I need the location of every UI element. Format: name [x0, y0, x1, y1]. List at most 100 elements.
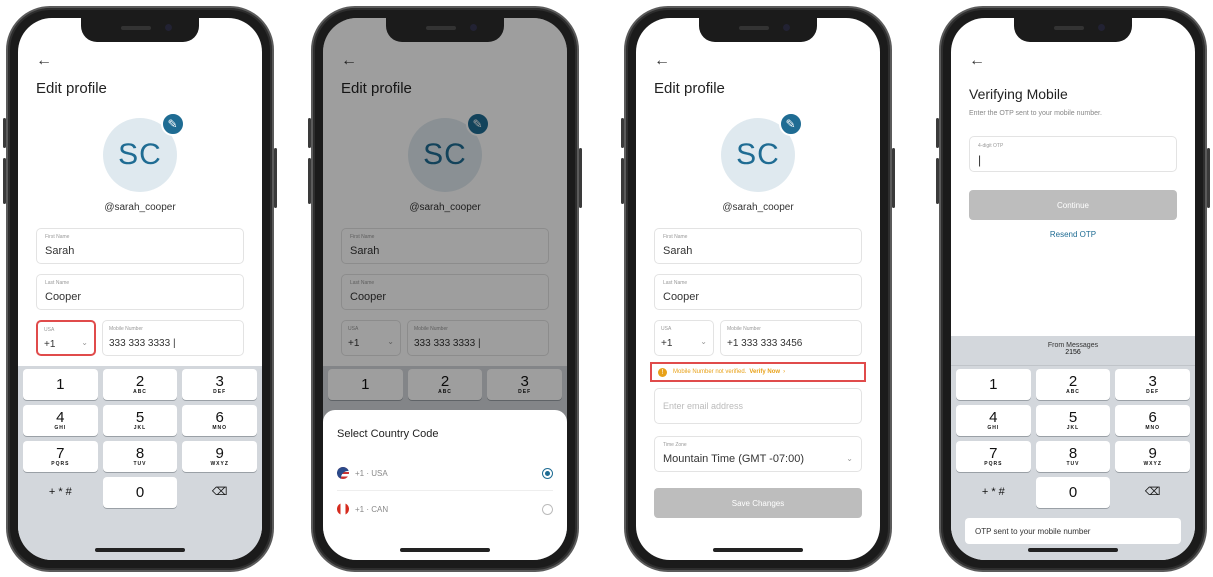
divider — [337, 490, 553, 491]
username-handle: @sarah_cooper — [104, 202, 176, 213]
key-1[interactable]: 1 — [956, 369, 1031, 400]
otp-sent-toast: OTP sent to your mobile number — [965, 518, 1181, 544]
radio-selected-icon[interactable] — [542, 467, 553, 479]
first-name-field[interactable]: First Name Sarah — [654, 228, 862, 264]
country-label: USA — [661, 326, 672, 332]
key-5[interactable]: 5 JKL — [102, 405, 178, 436]
pencil-icon[interactable]: ✎ — [161, 112, 185, 136]
back-arrow-icon[interactable]: ← — [654, 52, 670, 70]
key-symbols[interactable]: + * # — [23, 477, 98, 508]
first-name-field[interactable]: First Name Sarah — [36, 228, 244, 264]
verification-warning: ! Mobile Number not verified. Verify Now… — [650, 362, 866, 382]
first-name-value: Sarah — [663, 245, 693, 257]
country-code-value: +1 — [661, 338, 673, 349]
page-title: Verifying Mobile — [969, 86, 1068, 102]
otp-autofill-suggestion[interactable]: From Messages 2156 — [951, 336, 1195, 366]
last-name-field[interactable]: Last Name Cooper — [36, 274, 244, 310]
screen-select-country: ← Edit profile SC ✎ @sarah_cooper First … — [323, 18, 567, 560]
save-changes-button[interactable]: Save Changes — [654, 488, 862, 518]
radio-unselected-icon[interactable] — [542, 503, 553, 515]
page-title: Edit profile — [654, 80, 725, 97]
otp-input[interactable]: 4-digit OTP | — [969, 136, 1177, 172]
key-3[interactable]: 3 DEF — [1115, 369, 1191, 400]
chevron-down-icon: ⌄ — [846, 454, 853, 463]
key-4[interactable]: 4 GHI — [956, 405, 1031, 436]
key-2[interactable]: 2 ABC — [102, 369, 178, 400]
avatar: SC ✎ — [721, 112, 803, 192]
key-0[interactable]: 0 — [1035, 477, 1111, 508]
key-7[interactable]: 7 PQRS — [23, 441, 98, 472]
avatar: SC ✎ — [103, 112, 185, 192]
phone-frame-1: ← Edit profile SC ✎ @sarah_cooper First … — [3, 6, 277, 572]
option-usa[interactable]: +1 · USA — [337, 464, 553, 482]
mobile-number-field[interactable]: Mobile Number 333 333 3333 | — [102, 320, 244, 356]
key-0[interactable]: 0 — [102, 477, 178, 508]
phone-frame-2: ← Edit profile SC ✎ @sarah_cooper First … — [308, 6, 582, 572]
home-indicator — [400, 548, 490, 552]
warning-text: Mobile Number not verified. — [673, 369, 747, 375]
time-zone-label: Time Zone — [663, 442, 687, 448]
email-field[interactable]: Enter email address — [654, 388, 862, 424]
last-name-field[interactable]: Last Name Cooper — [654, 274, 862, 310]
key-7[interactable]: 7 PQRS — [956, 441, 1031, 472]
suggestion-code: 2156 — [1065, 349, 1081, 356]
warning-icon: ! — [658, 367, 667, 377]
pencil-icon[interactable]: ✎ — [779, 112, 803, 136]
key-4[interactable]: 4 GHI — [23, 405, 98, 436]
key-5[interactable]: 5 JKL — [1035, 405, 1111, 436]
first-name-label: First Name — [45, 234, 70, 240]
mobile-label: Mobile Number — [727, 326, 761, 332]
country-code-select[interactable]: USA +1 ⌄ — [36, 320, 96, 356]
chevron-down-icon: ⌄ — [700, 337, 707, 346]
backspace-icon[interactable]: ⌫ — [1115, 477, 1190, 508]
home-indicator — [95, 548, 185, 552]
key-8[interactable]: 8 TUV — [102, 441, 178, 472]
backspace-icon[interactable]: ⌫ — [182, 477, 257, 508]
key-8[interactable]: 8 TUV — [1035, 441, 1111, 472]
key-9[interactable]: 9 WXYZ — [182, 441, 258, 472]
screen-edit-profile-unverified: ← Edit profile SC ✎ @sarah_cooper First … — [636, 18, 880, 560]
avatar-initials: SC — [736, 138, 780, 171]
username-handle: @sarah_cooper — [722, 202, 794, 213]
phone-frame-4: ← Verifying Mobile Enter the OTP sent to… — [936, 6, 1210, 572]
key-symbols[interactable]: + * # — [956, 477, 1031, 508]
numeric-keypad: 1 2 ABC 3 DEF 4 GHI 5 JKL 6 MNO 7 PQRS 8 TUV 9W… — [18, 366, 262, 560]
country-code-select[interactable]: USA +1 ⌄ — [654, 320, 714, 356]
otp-value: | — [978, 153, 982, 167]
chevron-down-icon: ⌄ — [81, 338, 88, 347]
back-arrow-icon[interactable]: ← — [969, 52, 985, 70]
screen-verifying-mobile: ← Verifying Mobile Enter the OTP sent to… — [951, 18, 1195, 560]
resend-otp-link[interactable]: Resend OTP — [951, 230, 1195, 239]
key-1[interactable]: 1 — [23, 369, 98, 400]
screen-edit-profile: ← Edit profile SC ✎ @sarah_cooper First … — [18, 18, 262, 560]
mobile-value: 333 333 3333 | — [109, 338, 176, 349]
mobile-label: Mobile Number — [109, 326, 143, 332]
last-name-label: Last Name — [45, 280, 70, 286]
sheet-title: Select Country Code — [337, 428, 439, 440]
canada-flag-icon — [337, 503, 349, 515]
last-name-value: Cooper — [663, 291, 700, 303]
time-zone-value: Mountain Time (GMT -07:00) — [663, 453, 805, 465]
option-can[interactable]: +1 · CAN — [337, 500, 553, 518]
first-name-label: First Name — [663, 234, 688, 240]
time-zone-select[interactable]: Time Zone Mountain Time (GMT -07:00) ⌄ — [654, 436, 862, 472]
key-9[interactable]: 9 WXYZ — [1115, 441, 1191, 472]
key-6[interactable]: 6 MNO — [182, 405, 258, 436]
suggestion-source: From Messages — [1047, 342, 1099, 349]
continue-button[interactable]: Continue — [969, 190, 1177, 220]
key-6[interactable]: 6 MNO — [1115, 405, 1191, 436]
otp-label: 4-digit OTP — [978, 143, 1004, 149]
option-can-label: +1 · CAN — [355, 504, 389, 514]
mobile-value: +1 333 333 3456 — [727, 338, 803, 349]
key-3[interactable]: 3 DEF — [182, 369, 258, 400]
mobile-number-field[interactable]: Mobile Number +1 333 333 3456 — [720, 320, 862, 356]
country-code-sheet: Select Country Code +1 · USA +1 · CAN — [323, 410, 567, 560]
verify-now-link[interactable]: Verify Now — [749, 369, 780, 375]
us-flag-icon — [337, 467, 349, 479]
home-indicator — [1028, 548, 1118, 552]
option-usa-label: +1 · USA — [355, 468, 388, 478]
key-2[interactable]: 2 ABC — [1035, 369, 1111, 400]
last-name-value: Cooper — [45, 291, 82, 303]
back-arrow-icon[interactable]: ← — [36, 52, 52, 70]
page-title: Edit profile — [36, 80, 107, 97]
